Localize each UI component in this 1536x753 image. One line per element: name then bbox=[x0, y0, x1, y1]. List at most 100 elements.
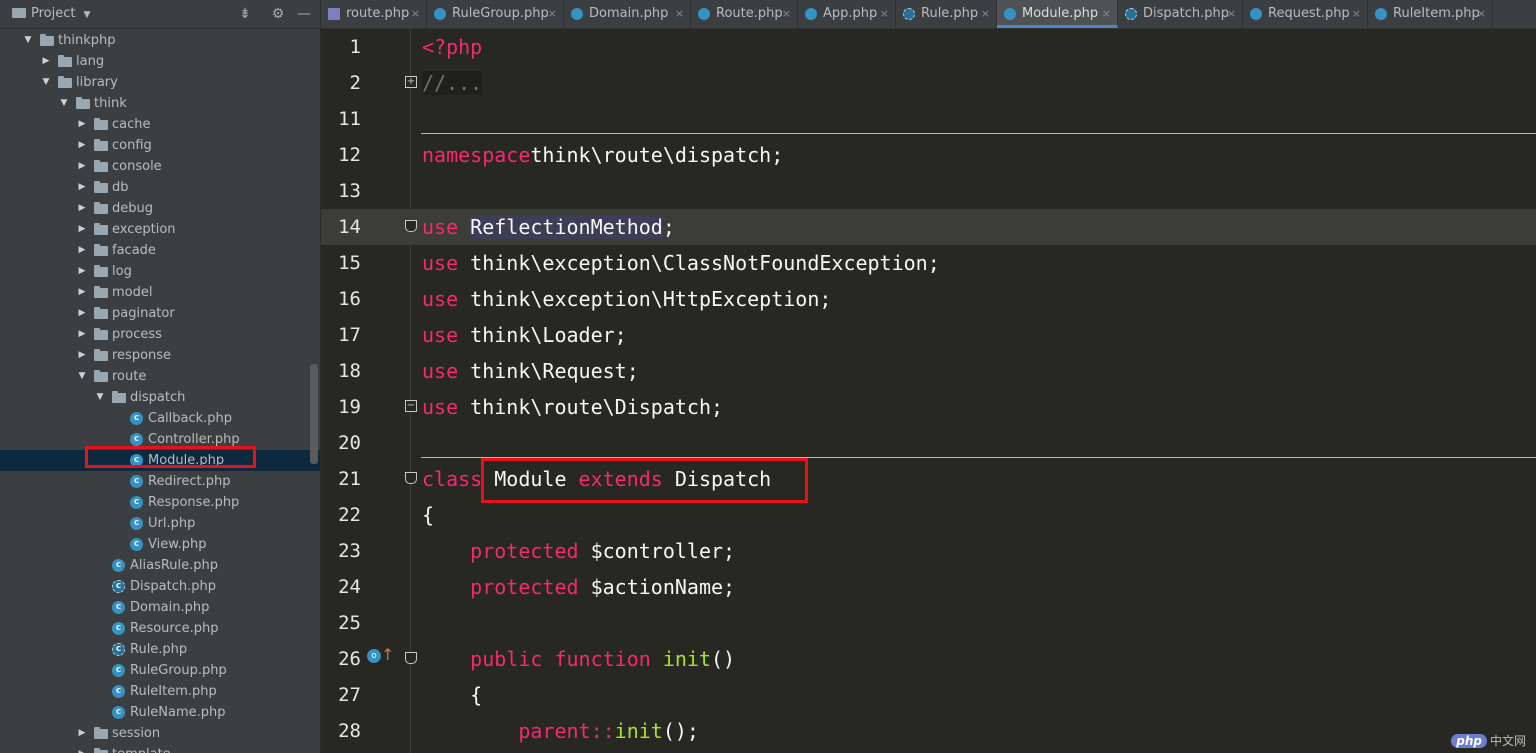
collapsed-arrow-icon[interactable]: ▶ bbox=[76, 240, 88, 261]
tab-module[interactable]: Module.php × bbox=[997, 0, 1118, 28]
override-method-icon[interactable]: o bbox=[367, 649, 381, 663]
tree-file[interactable]: c Response.php bbox=[0, 492, 320, 513]
tab-dispatch[interactable]: Dispatch.php × bbox=[1118, 0, 1243, 28]
code-line[interactable]: 24 protected $actionName; bbox=[321, 569, 1536, 605]
tree-folder[interactable]: ▶ template bbox=[0, 744, 320, 753]
project-view-selector[interactable]: Project ▼ bbox=[12, 0, 90, 29]
close-icon[interactable]: × bbox=[1227, 0, 1236, 28]
code-editor[interactable]: 1 <?php 2 + //... 11 12 namespacethink\route\di… bbox=[321, 29, 1536, 753]
code-line[interactable]: 26 public function init() bbox=[321, 641, 1536, 677]
expanded-arrow-icon[interactable]: ▼ bbox=[76, 366, 88, 387]
collapse-fold-icon[interactable] bbox=[405, 472, 417, 484]
code-line[interactable]: 1 <?php bbox=[321, 29, 1536, 65]
code-line[interactable]: 13 bbox=[321, 173, 1536, 209]
collapsed-arrow-icon[interactable]: ▶ bbox=[76, 198, 88, 219]
collapsed-arrow-icon[interactable]: ▶ bbox=[76, 345, 88, 366]
tree-folder[interactable]: ▶ session bbox=[0, 723, 320, 744]
tree-folder[interactable]: ▶ debug bbox=[0, 198, 320, 219]
collapsed-arrow-icon[interactable]: ▶ bbox=[76, 156, 88, 177]
tab-rule[interactable]: Rule.php × bbox=[896, 0, 997, 28]
tree-folder[interactable]: ▶ cache bbox=[0, 114, 320, 135]
collapsed-arrow-icon[interactable]: ▶ bbox=[76, 303, 88, 324]
tree-folder[interactable]: ▶ db bbox=[0, 177, 320, 198]
collapsed-arrow-icon[interactable]: ▶ bbox=[76, 744, 88, 753]
expanded-arrow-icon[interactable]: ▼ bbox=[22, 30, 34, 51]
close-icon[interactable]: × bbox=[1352, 0, 1361, 28]
close-icon[interactable]: × bbox=[1477, 0, 1486, 28]
tree-folder[interactable]: ▼ route bbox=[0, 366, 320, 387]
tree-file[interactable]: c AliasRule.php bbox=[0, 555, 320, 576]
tree-folder[interactable]: ▶ config bbox=[0, 135, 320, 156]
tree-file[interactable]: c RuleGroup.php bbox=[0, 660, 320, 681]
collapse-all-icon[interactable]: ⇟ bbox=[235, 0, 255, 28]
tab-request[interactable]: Request.php × bbox=[1243, 0, 1368, 28]
code-line[interactable]: 25 bbox=[321, 605, 1536, 641]
code-line[interactable]: 19 − use think\route\Dispatch; bbox=[321, 389, 1536, 425]
chevron-down-icon[interactable]: ▼ bbox=[83, 10, 90, 20]
tree-folder[interactable]: ▼ library bbox=[0, 72, 320, 93]
tree-folder[interactable]: ▶ paginator bbox=[0, 303, 320, 324]
tree-file[interactable]: c Rule.php bbox=[0, 639, 320, 660]
collapse-fold-icon[interactable] bbox=[405, 220, 417, 232]
code-line[interactable]: 28 parent::init(); bbox=[321, 713, 1536, 749]
collapsed-arrow-icon[interactable]: ▶ bbox=[76, 324, 88, 345]
code-line[interactable]: 12 namespacethink\route\dispatch; bbox=[321, 137, 1536, 173]
tree-folder[interactable]: ▶ facade bbox=[0, 240, 320, 261]
collapsed-arrow-icon[interactable]: ▶ bbox=[76, 219, 88, 240]
tree-folder[interactable]: ▶ lang bbox=[0, 51, 320, 72]
code-line[interactable]: 11 bbox=[321, 101, 1536, 137]
close-icon[interactable]: × bbox=[782, 0, 791, 28]
close-icon[interactable]: × bbox=[880, 0, 889, 28]
tree-file[interactable]: c Domain.php bbox=[0, 597, 320, 618]
tree-folder[interactable]: ▶ exception bbox=[0, 219, 320, 240]
code-line[interactable]: 16 use think\exception\HttpException; bbox=[321, 281, 1536, 317]
tab-domain[interactable]: Domain.php × bbox=[564, 0, 691, 28]
close-icon[interactable]: × bbox=[548, 0, 557, 28]
collapsed-arrow-icon[interactable]: ▶ bbox=[76, 723, 88, 744]
tree-file[interactable]: c View.php bbox=[0, 534, 320, 555]
implements-arrow-icon[interactable]: ↑ bbox=[381, 645, 394, 664]
tree-file[interactable]: c Url.php bbox=[0, 513, 320, 534]
code-line[interactable]: 20 bbox=[321, 425, 1536, 461]
code-line[interactable]: 15 use think\exception\ClassNotFoundExcep… bbox=[321, 245, 1536, 281]
tree-folder[interactable]: ▶ log bbox=[0, 261, 320, 282]
close-icon[interactable]: × bbox=[411, 0, 420, 28]
collapse-fold-icon[interactable] bbox=[405, 652, 417, 664]
tab-app[interactable]: App.php × bbox=[798, 0, 896, 28]
tree-file[interactable]: c Callback.php bbox=[0, 408, 320, 429]
collapsed-arrow-icon[interactable]: ▶ bbox=[40, 51, 52, 72]
collapsed-arrow-icon[interactable]: ▶ bbox=[76, 261, 88, 282]
tree-file[interactable]: c RuleName.php bbox=[0, 702, 320, 723]
expand-fold-icon[interactable]: + bbox=[405, 76, 417, 88]
collapsed-arrow-icon[interactable]: ▶ bbox=[76, 114, 88, 135]
tree-file[interactable]: c Dispatch.php bbox=[0, 576, 320, 597]
tree-scrollbar[interactable] bbox=[310, 364, 318, 464]
tree-file[interactable]: c RuleItem.php bbox=[0, 681, 320, 702]
code-line[interactable]: 18 use think\Request; bbox=[321, 353, 1536, 389]
tab-route[interactable]: route.php × bbox=[321, 0, 427, 28]
hide-panel-icon[interactable]: — bbox=[294, 0, 314, 28]
code-line[interactable]: 23 protected $controller; bbox=[321, 533, 1536, 569]
tree-folder[interactable]: ▼ dispatch bbox=[0, 387, 320, 408]
tree-folder[interactable]: ▼ think bbox=[0, 93, 320, 114]
expanded-arrow-icon[interactable]: ▼ bbox=[94, 387, 106, 408]
close-icon[interactable]: × bbox=[1102, 0, 1111, 28]
expanded-arrow-icon[interactable]: ▼ bbox=[40, 72, 52, 93]
collapsed-arrow-icon[interactable]: ▶ bbox=[76, 282, 88, 303]
tree-folder[interactable]: ▶ console bbox=[0, 156, 320, 177]
code-line[interactable]: 14 use ReflectionMethod; bbox=[321, 209, 1536, 245]
code-line[interactable]: 27 { bbox=[321, 677, 1536, 713]
gear-icon[interactable]: ⚙ bbox=[268, 0, 288, 28]
tree-folder[interactable]: ▼ thinkphp bbox=[0, 30, 320, 51]
expanded-arrow-icon[interactable]: ▼ bbox=[58, 93, 70, 114]
tab-ruleitem[interactable]: RuleItem.php × bbox=[1368, 0, 1493, 28]
collapsed-arrow-icon[interactable]: ▶ bbox=[76, 177, 88, 198]
close-icon[interactable]: × bbox=[675, 0, 684, 28]
tree-folder[interactable]: ▶ response bbox=[0, 345, 320, 366]
tab-route[interactable]: Route.php × bbox=[691, 0, 798, 28]
collapse-fold-icon[interactable]: − bbox=[405, 400, 417, 412]
code-line[interactable]: 2 + //... bbox=[321, 65, 1536, 101]
code-line[interactable]: 17 use think\Loader; bbox=[321, 317, 1536, 353]
tree-folder[interactable]: ▶ model bbox=[0, 282, 320, 303]
tree-file[interactable]: c Redirect.php bbox=[0, 471, 320, 492]
